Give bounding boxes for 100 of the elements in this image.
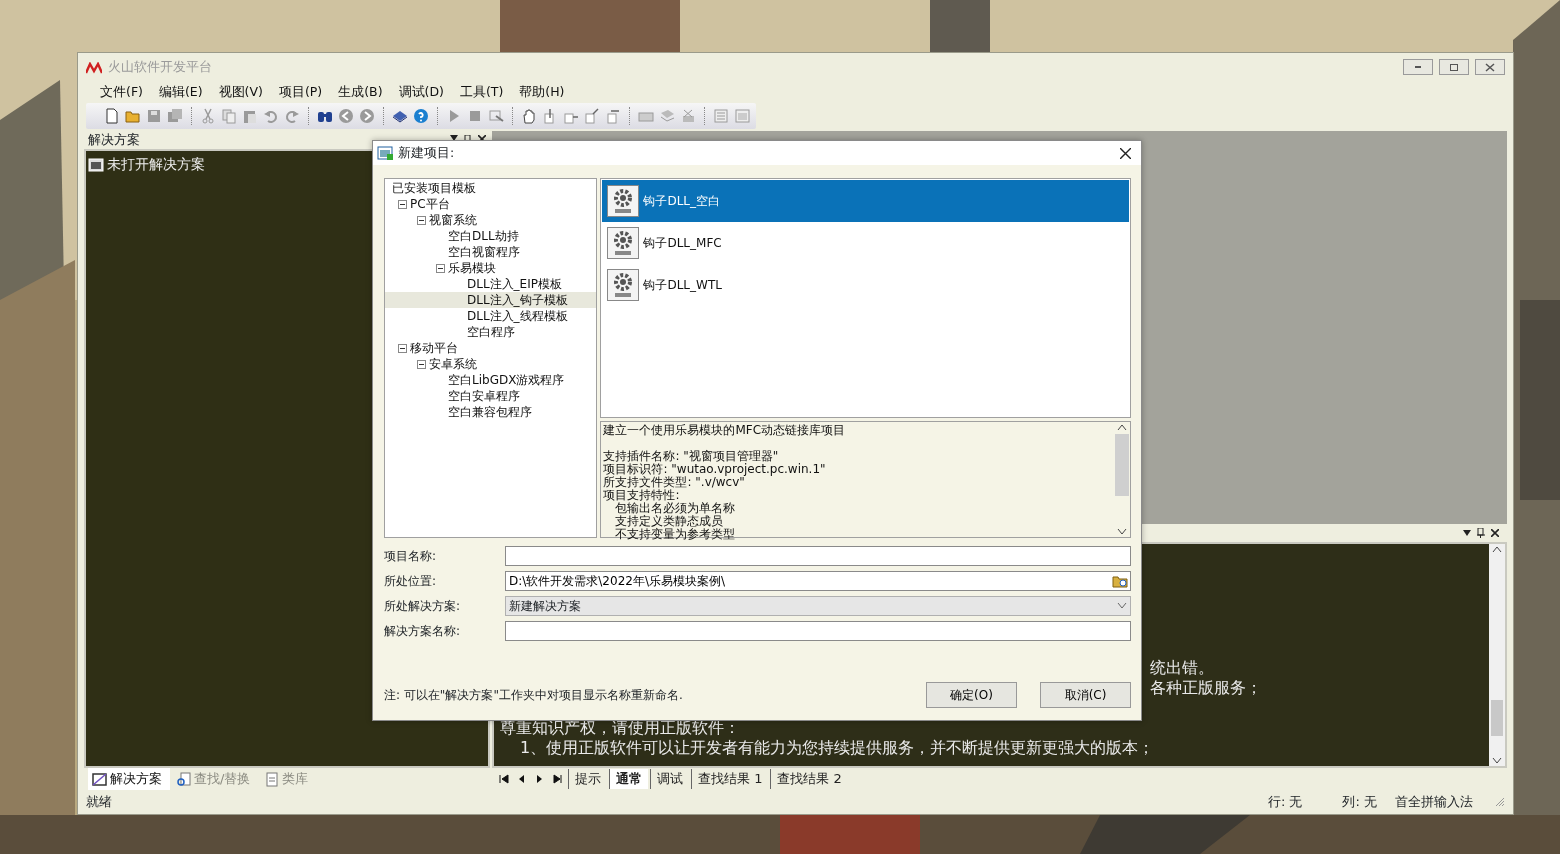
redo-icon[interactable]: [284, 108, 300, 124]
input-field[interactable]: [505, 621, 1131, 641]
tree-item[interactable]: 乐易模块: [385, 260, 597, 276]
location-field[interactable]: D:\软件开发需求\2022年\乐易模块案例\: [505, 571, 1131, 591]
scroll-up-icon: [1117, 424, 1127, 430]
collapse-icon[interactable]: [417, 359, 426, 369]
minimize-button[interactable]: [1403, 59, 1433, 75]
collapse-icon[interactable]: [417, 215, 426, 225]
new-project-icon: [377, 146, 393, 160]
tree-item[interactable]: 空白视窗程序: [385, 244, 597, 260]
save-icon[interactable]: [146, 108, 162, 124]
description-text: 包输出名必须为单名称: [615, 502, 737, 515]
panel-title: 解决方案: [88, 131, 140, 150]
menu-item[interactable]: 生成(B): [330, 82, 391, 102]
scroll-down-icon: [1117, 529, 1127, 535]
output-tab[interactable]: 查找结果 2: [770, 769, 848, 789]
paste-icon[interactable]: [242, 108, 258, 124]
last-icon[interactable]: [553, 774, 563, 784]
menu-item[interactable]: 项目(P): [270, 82, 331, 102]
output-text: 统出错。: [1150, 658, 1214, 678]
tree-item[interactable]: 空白兼容包程序: [385, 404, 597, 420]
tree-item[interactable]: 视窗系统: [385, 212, 597, 228]
template-item[interactable]: 钩子DLL_空白: [602, 180, 1129, 222]
previous-icon[interactable]: [517, 774, 527, 784]
tree-item[interactable]: DLL注入_EIP模板: [385, 276, 597, 292]
new-file-icon[interactable]: [104, 108, 120, 124]
step-out-icon[interactable]: [584, 108, 600, 124]
forward-icon[interactable]: [359, 108, 375, 124]
tree-item[interactable]: DLL注入_线程模板: [385, 308, 597, 324]
debug-icon[interactable]: [488, 108, 504, 124]
copy-icon[interactable]: [221, 108, 237, 124]
tree-item[interactable]: PC平台: [385, 196, 597, 212]
output-tab[interactable]: 提示: [568, 769, 607, 789]
collapse-icon[interactable]: [436, 263, 445, 273]
ok-button[interactable]: 确定(O): [926, 682, 1017, 708]
output-tab[interactable]: 调试: [650, 769, 689, 789]
menu-item[interactable]: 帮助(H): [511, 82, 573, 102]
undo-icon[interactable]: [263, 108, 279, 124]
pin-icon[interactable]: [1477, 528, 1485, 538]
output-tab[interactable]: 通常: [609, 769, 648, 789]
run-to-cursor-icon[interactable]: [605, 108, 621, 124]
close-icon: [1484, 62, 1496, 72]
dropdown-icon[interactable]: [1463, 530, 1471, 536]
menu-item[interactable]: 编辑(E): [150, 82, 211, 102]
close-button[interactable]: [1120, 147, 1131, 159]
collapse-icon[interactable]: [398, 199, 407, 209]
stack-icon[interactable]: [659, 108, 675, 124]
logo-icon: [86, 61, 102, 74]
scroll-thumb[interactable]: [1491, 700, 1503, 736]
solution-icon: [92, 771, 107, 787]
template-item[interactable]: 钩子DLL_WTL: [602, 264, 1129, 306]
template-item[interactable]: 钩子DLL_MFC: [602, 222, 1129, 264]
scroll-thumb[interactable]: [1115, 434, 1129, 496]
description-text: 项目支持特性:: [603, 489, 681, 502]
solution-icon: [88, 157, 104, 172]
stop-icon[interactable]: [467, 108, 483, 124]
tree-item[interactable]: 空白LibGDX游戏程序: [385, 372, 597, 388]
save-all-icon[interactable]: [167, 108, 183, 124]
output-tab[interactable]: 查找结果 1: [691, 769, 769, 789]
help-icon[interactable]: [413, 108, 429, 124]
tree-item[interactable]: 移动平台: [385, 340, 597, 356]
tree-item[interactable]: 已安装项目模板: [385, 180, 597, 196]
close-icon: [1120, 147, 1131, 159]
collapse-icon[interactable]: [398, 343, 407, 353]
tree-item[interactable]: 安卓系统: [385, 356, 597, 372]
menu-item[interactable]: 工具(T): [451, 82, 512, 102]
input-field[interactable]: [505, 546, 1131, 566]
chevron-down-icon: [1117, 603, 1127, 609]
first-icon[interactable]: [499, 774, 509, 784]
description-text: 项目标识符: "wutao.vproject.pc.win.1": [603, 463, 827, 476]
menu-item[interactable]: 调试(D): [390, 82, 452, 102]
description-text: 不支持变量为参考类型: [614, 528, 737, 541]
cut-icon[interactable]: [200, 108, 216, 124]
solution-item[interactable]: 未打开解决方案: [107, 154, 205, 175]
hand-icon[interactable]: [521, 108, 537, 124]
tree-item[interactable]: 空白DLL劫持: [385, 228, 597, 244]
output-text: 1、使用正版软件可以让开发者有能力为您持续提供服务，并不断提供更新更强大的版本；: [519, 738, 1155, 758]
close-icon[interactable]: [1491, 529, 1499, 537]
tree-item[interactable]: 空白安卓程序: [385, 388, 597, 404]
cancel-button[interactable]: 取消(C): [1040, 682, 1131, 708]
scrollbar[interactable]: [1489, 544, 1505, 766]
panel-tab[interactable]: 解决方案: [88, 768, 170, 790]
tree-item[interactable]: DLL注入_钩子模板: [385, 292, 597, 308]
tree-item[interactable]: 空白程序: [385, 324, 597, 340]
resize-grip-icon[interactable]: [1495, 797, 1505, 807]
back-icon[interactable]: [338, 108, 354, 124]
menu-item[interactable]: 视图(V): [210, 82, 271, 102]
maximize-icon: [1448, 62, 1460, 72]
solution-dropdown[interactable]: 新建解决方案: [505, 596, 1131, 616]
status-column: 列: 无: [1342, 792, 1377, 812]
field-label: 解决方案名称:: [384, 623, 462, 640]
status-text: 就绪: [86, 793, 112, 812]
folder-icon[interactable]: [1112, 574, 1128, 588]
book-icon[interactable]: [392, 108, 408, 124]
open-folder-icon[interactable]: [125, 108, 141, 124]
document-icon: [264, 771, 280, 787]
scrollbar[interactable]: [1114, 422, 1130, 537]
menu-item[interactable]: 文件(F): [92, 82, 151, 102]
scroll-up-icon: [1492, 546, 1502, 552]
maximize-button[interactable]: [1439, 59, 1469, 75]
